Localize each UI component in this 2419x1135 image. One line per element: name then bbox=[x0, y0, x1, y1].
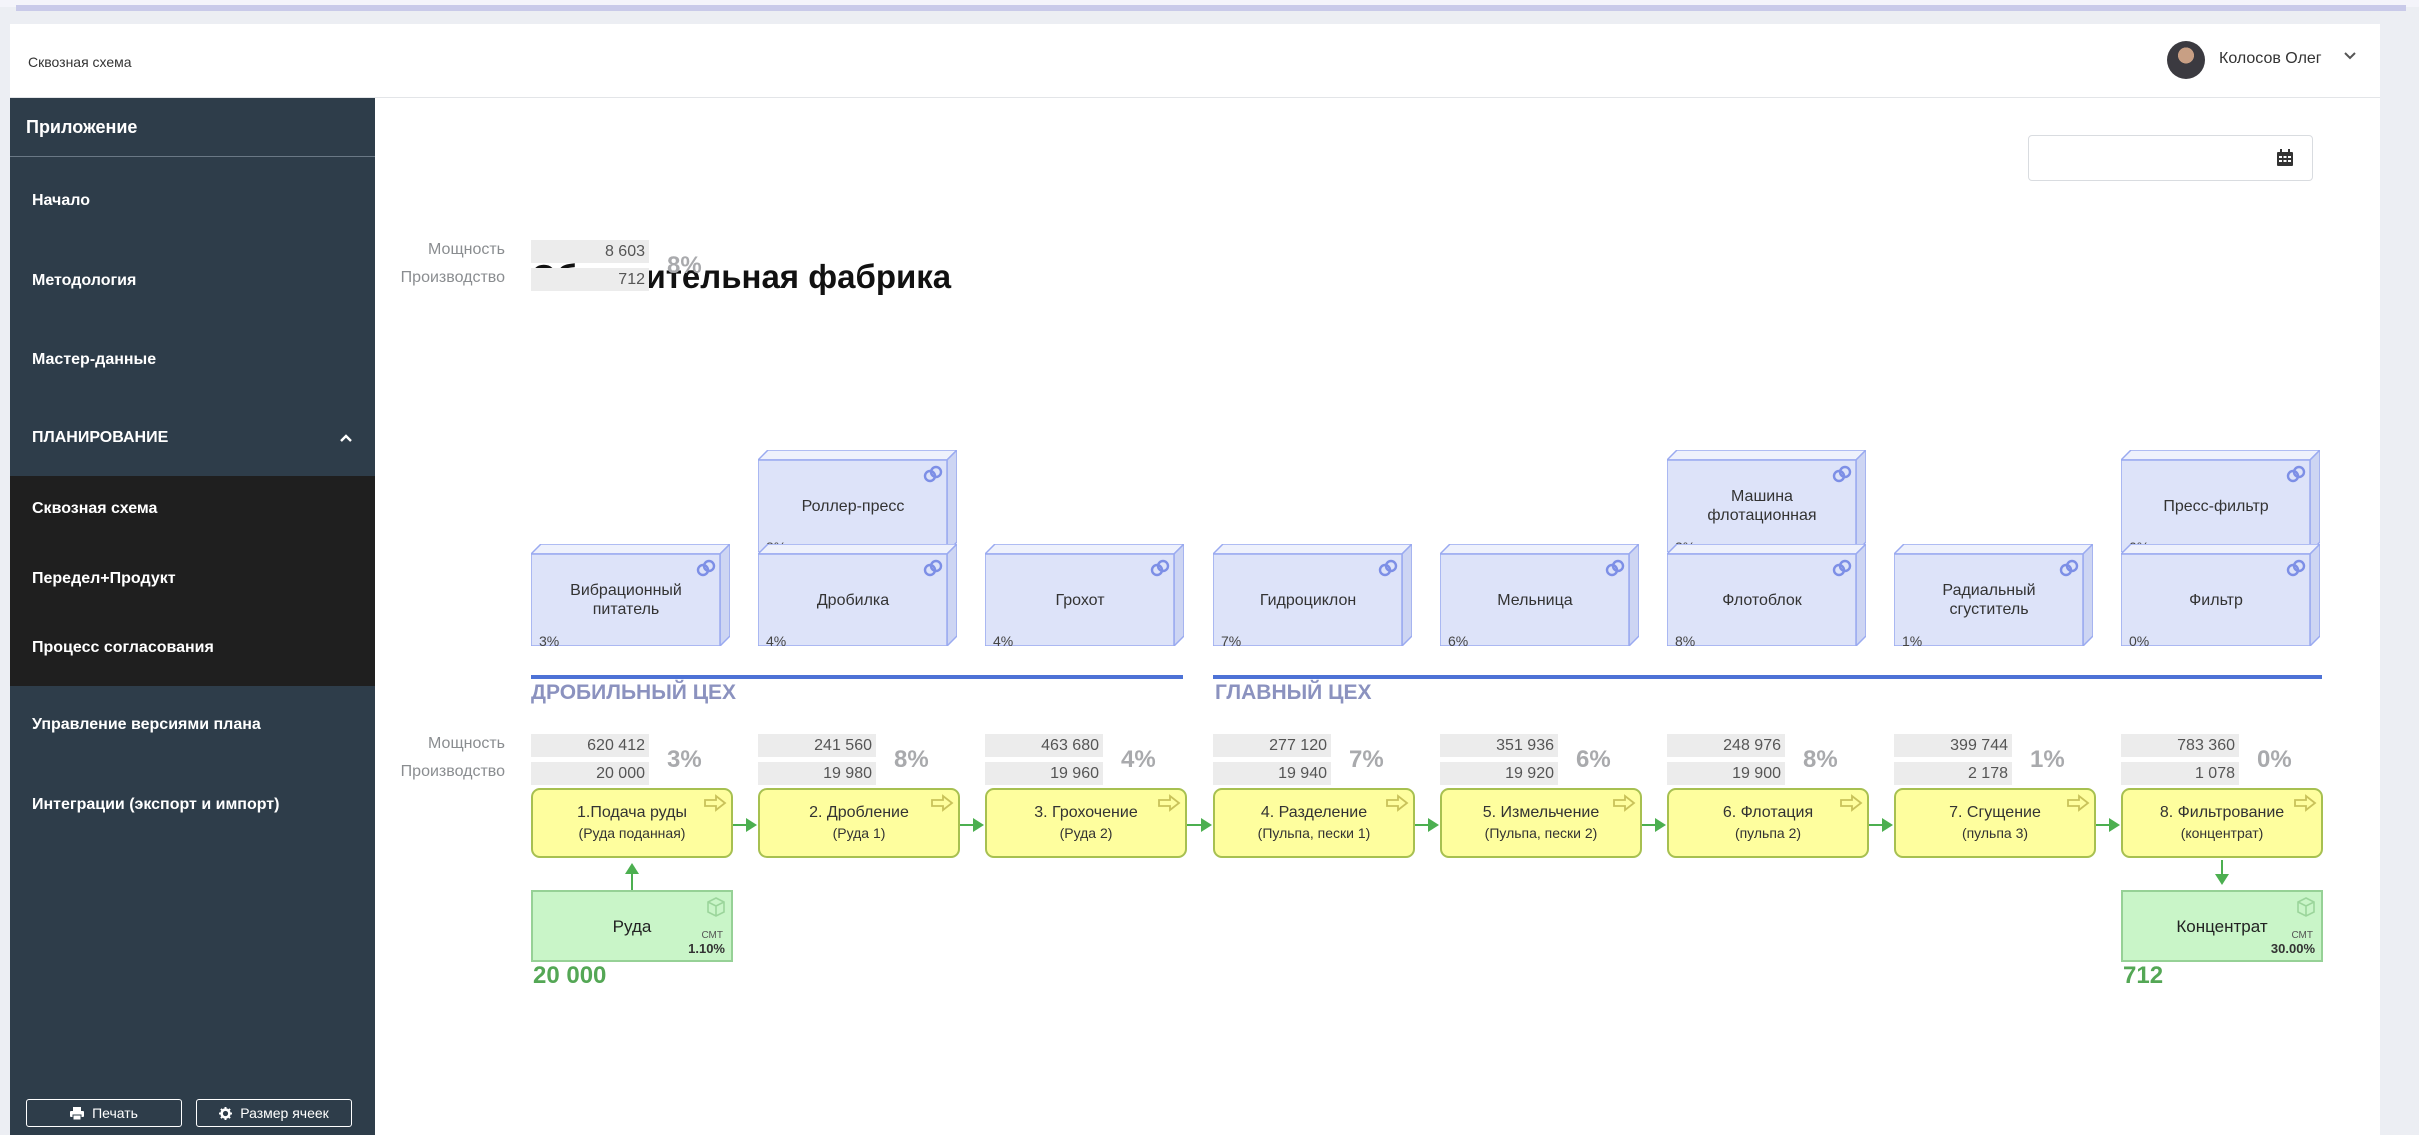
sidebar-item-approval-process[interactable]: Процесс согласования bbox=[32, 639, 214, 657]
sidebar-item-master-data[interactable]: Мастер-данные bbox=[32, 351, 156, 369]
page-title: Сквозная схема bbox=[28, 54, 132, 70]
print-button[interactable]: Печать bbox=[26, 1099, 182, 1127]
flow-arrows bbox=[625, 818, 2229, 890]
sidebar-section-label: ПЛАНИРОВАНИЕ bbox=[32, 429, 169, 446]
cell-size-button[interactable]: Размер ячеек bbox=[196, 1099, 352, 1127]
sidebar: Приложение Начало Методология Мастер-дан… bbox=[10, 98, 375, 1135]
process-flow-arrow bbox=[1187, 818, 1212, 832]
sidebar-item-home[interactable]: Начало bbox=[32, 192, 90, 210]
sidebar-item-end-to-end-scheme[interactable]: Сквозная схема bbox=[32, 500, 157, 518]
process-flow-arrow bbox=[1869, 818, 1893, 832]
app-window: Сквозная схема Колосов Олег Приложение Н… bbox=[10, 24, 2380, 1135]
user-name[interactable]: Колосов Олег bbox=[2219, 50, 2322, 68]
printer-icon bbox=[70, 1106, 85, 1120]
avatar[interactable] bbox=[2167, 41, 2205, 79]
sidebar-app-header: Приложение bbox=[10, 98, 375, 157]
sidebar-item-integrations[interactable]: Интеграции (экспорт и импорт) bbox=[32, 796, 279, 814]
process-flow-arrow bbox=[2096, 818, 2120, 832]
output-flow-arrow bbox=[2215, 860, 2229, 885]
sidebar-app-title: Приложение bbox=[26, 117, 138, 137]
top-accent-line bbox=[16, 5, 2406, 11]
chevron-down-icon[interactable] bbox=[2340, 46, 2360, 66]
process-flow-arrow bbox=[1415, 818, 1439, 832]
header: Сквозная схема Колосов Олег bbox=[10, 24, 2380, 98]
process-flow-arrow bbox=[1642, 818, 1666, 832]
main-content: Обогатительная фабрика Мощность Производ… bbox=[375, 98, 2380, 1135]
chevron-up-icon[interactable] bbox=[337, 429, 355, 447]
gear-icon bbox=[219, 1106, 233, 1120]
sidebar-section-planning[interactable]: ПЛАНИРОВАНИЕ bbox=[10, 409, 375, 469]
process-flow-arrow bbox=[733, 818, 757, 832]
process-flow-arrow bbox=[960, 818, 984, 832]
sidebar-item-stage-product[interactable]: Передел+Продукт bbox=[32, 570, 176, 588]
input-flow-arrow bbox=[625, 863, 639, 890]
cell-size-button-label: Размер ячеек bbox=[240, 1105, 329, 1121]
print-button-label: Печать bbox=[92, 1105, 138, 1121]
sidebar-submenu: Сквозная схема Передел+Продукт Процесс с… bbox=[10, 476, 375, 686]
sidebar-item-methodology[interactable]: Методология bbox=[32, 272, 136, 290]
sidebar-item-plan-versions[interactable]: Управление версиями плана bbox=[32, 716, 261, 734]
